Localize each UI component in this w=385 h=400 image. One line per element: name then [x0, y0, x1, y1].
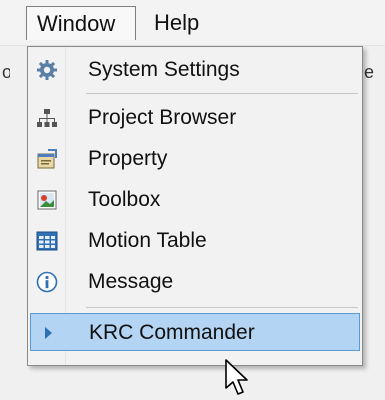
hierarchy-icon — [36, 107, 58, 129]
play-arrow-icon — [37, 322, 59, 344]
menu-help[interactable]: Help — [138, 6, 222, 40]
gear-icon — [36, 59, 58, 81]
menu-item-system-settings[interactable]: System Settings — [30, 51, 360, 89]
menu-window[interactable]: Window — [26, 6, 136, 40]
background-text-fragment: e — [364, 62, 374, 82]
app-window: Window Help o e System Settings Project … — [0, 0, 385, 400]
menu-item-label: Motion Table — [88, 229, 207, 252]
menu-item-label: System Settings — [88, 58, 240, 81]
menu-item-label: Toolbox — [88, 188, 161, 211]
menu-separator — [86, 93, 358, 94]
menu-item-property[interactable]: Property — [30, 140, 360, 178]
mouse-pointer-icon — [225, 359, 248, 395]
table-icon — [36, 230, 58, 252]
menu-item-label: Property — [88, 147, 168, 170]
menu-item-project-browser[interactable]: Project Browser — [30, 99, 360, 137]
menu-item-krc-commander[interactable]: KRC Commander — [30, 313, 360, 351]
menu-bar: Window Help — [0, 0, 385, 46]
menu-item-label: Message — [88, 270, 174, 293]
menu-separator — [86, 307, 358, 308]
menu-item-motion-table[interactable]: Motion Table — [30, 222, 360, 260]
info-icon — [36, 271, 58, 293]
menu-item-label: Project Browser — [88, 106, 237, 129]
menu-item-message[interactable]: Message — [30, 263, 360, 301]
window-dropdown-menu: System Settings Project Browser Property… — [27, 46, 363, 366]
toolbox-icon — [36, 189, 58, 211]
background-text-fragment: o — [2, 62, 10, 82]
property-icon — [36, 148, 58, 170]
menu-item-label: KRC Commander — [89, 321, 255, 344]
menu-item-toolbox[interactable]: Toolbox — [30, 181, 360, 219]
